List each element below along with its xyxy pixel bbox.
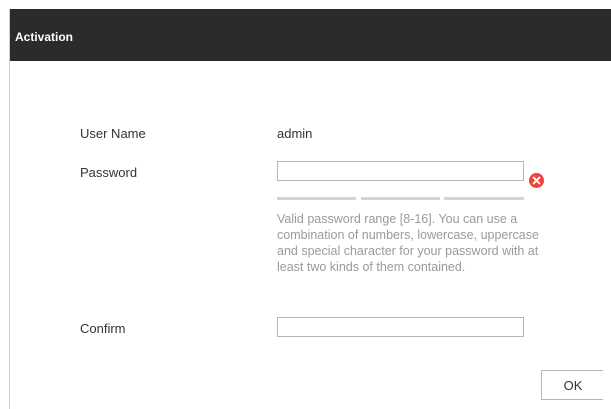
password-strength-bar-medium	[361, 197, 440, 200]
confirm-label: Confirm	[80, 321, 126, 336]
dialog-edge	[603, 61, 611, 409]
password-label: Password	[80, 165, 138, 180]
password-field[interactable]	[277, 161, 524, 181]
error-x-icon	[529, 173, 544, 188]
password-strength-bar-weak	[277, 197, 356, 200]
ok-button[interactable]: OK	[541, 370, 605, 400]
dialog-title: Activation	[15, 30, 74, 44]
dialog-titlebar: Activation	[10, 9, 611, 61]
confirm-password-field[interactable]	[277, 317, 524, 337]
password-strength-bar-strong	[444, 197, 524, 200]
username-value: admin	[277, 126, 313, 141]
activation-dialog: Activation User Name admin Password Vali…	[9, 9, 611, 409]
username-label: User Name	[80, 126, 146, 141]
password-hint: Valid password range [8-16]. You can use…	[277, 212, 539, 274]
